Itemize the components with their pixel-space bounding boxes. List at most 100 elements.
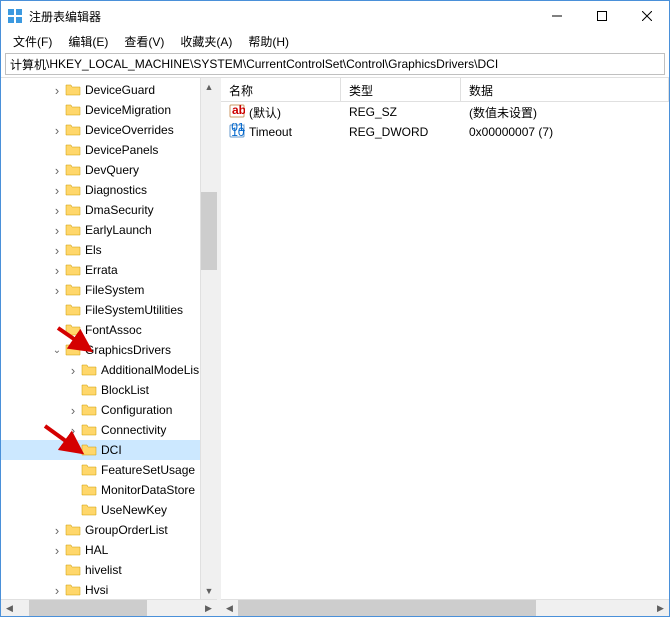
- tree-item[interactable]: Diagnostics: [1, 180, 200, 200]
- tree-item-label: HAL: [85, 543, 108, 557]
- chevron-right-icon[interactable]: [49, 123, 65, 138]
- folder-icon: [65, 83, 81, 97]
- folder-icon: [81, 463, 97, 477]
- chevron-right-icon[interactable]: [49, 183, 65, 198]
- hscroll-track[interactable]: [238, 600, 652, 616]
- tree-item-label: MonitorDataStore: [101, 483, 195, 497]
- menu-edit[interactable]: 编辑(E): [60, 31, 116, 52]
- chevron-right-icon[interactable]: [49, 263, 65, 278]
- menu-file[interactable]: 文件(F): [5, 31, 60, 52]
- scroll-right-button[interactable]: ▶: [200, 600, 217, 616]
- chevron-down-icon[interactable]: [49, 345, 65, 356]
- string-value-icon: ab: [229, 103, 245, 122]
- tree-item[interactable]: Configuration: [1, 400, 200, 420]
- scroll-track[interactable]: [201, 95, 217, 582]
- tree-item-label: Els: [85, 243, 102, 257]
- tree-item[interactable]: HAL: [1, 540, 200, 560]
- tree-item[interactable]: Connectivity: [1, 420, 200, 440]
- tree-item[interactable]: hivelist: [1, 560, 200, 580]
- list-body[interactable]: ab(默认)REG_SZ(数值未设置)01101001TimeoutREG_DW…: [221, 102, 669, 599]
- chevron-right-icon[interactable]: [49, 83, 65, 98]
- chevron-right-icon[interactable]: [49, 163, 65, 178]
- chevron-right-icon[interactable]: [65, 363, 81, 378]
- chevron-right-icon[interactable]: [49, 283, 65, 298]
- tree-item[interactable]: DeviceOverrides: [1, 120, 200, 140]
- folder-icon: [65, 343, 81, 357]
- menu-favorites[interactable]: 收藏夹(A): [172, 31, 240, 52]
- column-header-type[interactable]: 类型: [341, 78, 461, 101]
- tree-item-label: FileSystem: [85, 283, 144, 297]
- menu-help[interactable]: 帮助(H): [240, 31, 297, 52]
- chevron-right-icon[interactable]: [49, 523, 65, 538]
- folder-icon: [65, 103, 81, 117]
- menu-view[interactable]: 查看(V): [116, 31, 172, 52]
- chevron-right-icon[interactable]: [65, 423, 81, 438]
- chevron-right-icon[interactable]: [65, 403, 81, 418]
- scroll-left-button[interactable]: ◀: [1, 600, 18, 616]
- tree-item[interactable]: EarlyLaunch: [1, 220, 200, 240]
- tree-item[interactable]: DeviceMigration: [1, 100, 200, 120]
- column-header-data[interactable]: 数据: [461, 78, 669, 101]
- tree-horizontal-scrollbar[interactable]: ◀ ▶: [1, 599, 217, 616]
- maximize-button[interactable]: [579, 1, 624, 31]
- tree-item[interactable]: Els: [1, 240, 200, 260]
- scroll-up-button[interactable]: ▲: [201, 78, 217, 95]
- scroll-left-button[interactable]: ◀: [221, 600, 238, 616]
- tree-item-label: Errata: [85, 263, 118, 277]
- scroll-right-button[interactable]: ▶: [652, 600, 669, 616]
- list-row[interactable]: ab(默认)REG_SZ(数值未设置): [221, 102, 669, 122]
- tree-item[interactable]: MonitorDataStore: [1, 480, 200, 500]
- minimize-button[interactable]: [534, 1, 579, 31]
- tree-item-label: DeviceGuard: [85, 83, 155, 97]
- tree[interactable]: DeviceGuard DeviceMigration DeviceOverride…: [1, 78, 200, 599]
- chevron-right-icon[interactable]: [49, 203, 65, 218]
- tree-item[interactable]: GraphicsDrivers: [1, 340, 200, 360]
- tree-item-label: DevicePanels: [85, 143, 158, 157]
- scroll-thumb[interactable]: [201, 192, 217, 270]
- tree-item[interactable]: GroupOrderList: [1, 520, 200, 540]
- close-button[interactable]: [624, 1, 669, 31]
- tree-item[interactable]: Errata: [1, 260, 200, 280]
- tree-item-label: Configuration: [101, 403, 172, 417]
- folder-icon: [65, 323, 81, 337]
- tree-vertical-scrollbar[interactable]: ▲ ▼: [200, 78, 217, 599]
- tree-item[interactable]: FontAssoc: [1, 320, 200, 340]
- tree-item-label: DCI: [101, 443, 122, 457]
- tree-item[interactable]: DevQuery: [1, 160, 200, 180]
- list-horizontal-scrollbar[interactable]: ◀ ▶: [221, 599, 669, 616]
- tree-item[interactable]: DCI: [1, 440, 200, 460]
- tree-item[interactable]: Hvsi: [1, 580, 200, 599]
- tree-item[interactable]: AdditionalModeLis: [1, 360, 200, 380]
- tree-item[interactable]: BlockList: [1, 380, 200, 400]
- hscroll-thumb[interactable]: [29, 600, 147, 616]
- address-bar[interactable]: 计算机\HKEY_LOCAL_MACHINE\SYSTEM\CurrentCon…: [5, 53, 665, 75]
- tree-item[interactable]: FileSystemUtilities: [1, 300, 200, 320]
- list-row[interactable]: 01101001TimeoutREG_DWORD0x00000007 (7): [221, 122, 669, 142]
- folder-icon: [65, 303, 81, 317]
- chevron-right-icon[interactable]: [49, 583, 65, 598]
- tree-item[interactable]: DmaSecurity: [1, 200, 200, 220]
- tree-item[interactable]: FileSystem: [1, 280, 200, 300]
- tree-item-label: UseNewKey: [101, 503, 167, 517]
- hscroll-thumb[interactable]: [238, 600, 536, 616]
- titlebar: 注册表编辑器: [1, 1, 669, 31]
- folder-icon: [65, 243, 81, 257]
- chevron-right-icon[interactable]: [49, 243, 65, 258]
- scroll-down-button[interactable]: ▼: [201, 582, 217, 599]
- tree-pane: DeviceGuard DeviceMigration DeviceOverride…: [1, 78, 217, 616]
- hscroll-track[interactable]: [18, 600, 200, 616]
- folder-icon: [81, 403, 97, 417]
- content-area: DeviceGuard DeviceMigration DeviceOverride…: [1, 77, 669, 616]
- chevron-right-icon[interactable]: [49, 543, 65, 558]
- folder-icon: [81, 443, 97, 457]
- tree-item-label: hivelist: [85, 563, 122, 577]
- chevron-right-icon[interactable]: [49, 223, 65, 238]
- tree-item[interactable]: UseNewKey: [1, 500, 200, 520]
- svg-text:1001: 1001: [231, 125, 245, 139]
- tree-item[interactable]: FeatureSetUsage: [1, 460, 200, 480]
- tree-item-label: DeviceOverrides: [85, 123, 174, 137]
- tree-item[interactable]: DeviceGuard: [1, 80, 200, 100]
- column-header-name[interactable]: 名称: [221, 78, 341, 101]
- tree-item[interactable]: DevicePanels: [1, 140, 200, 160]
- tree-item-label: GraphicsDrivers: [85, 343, 171, 357]
